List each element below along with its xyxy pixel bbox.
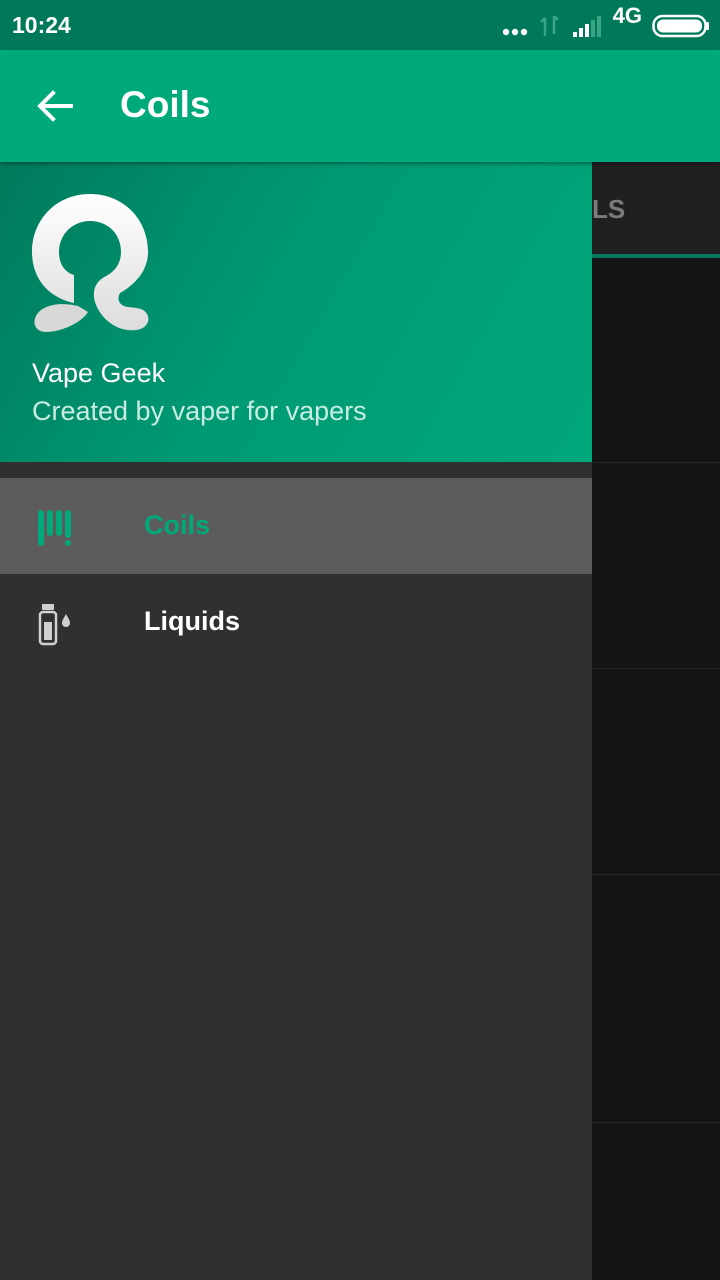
drawer-app-tagline: Created by vaper for vapers — [32, 396, 367, 426]
page-title: Coils — [120, 84, 211, 125]
drawer-header: Vape Geek Created by vaper for vapers — [0, 162, 592, 462]
data-transfer-icon — [540, 15, 559, 36]
main-content-dimmed: LS — [592, 162, 720, 1280]
drawer-app-name: Vape Geek — [32, 358, 166, 388]
coils-icon — [38, 510, 71, 546]
tab-coils-partial[interactable]: LS — [592, 162, 720, 254]
liquid-bottle-icon — [38, 604, 70, 646]
signal-icon — [573, 16, 601, 37]
tab-label-partial: LS — [592, 194, 626, 224]
list-divider — [592, 874, 720, 875]
vape-geek-logo — [32, 194, 149, 332]
nav-label-coils: Coils — [144, 510, 211, 540]
nav-item-liquids[interactable]: Liquids — [0, 574, 592, 670]
nav-label-liquids: Liquids — [144, 606, 240, 636]
nav-item-coils[interactable]: Coils — [0, 478, 592, 574]
arrow-back-icon — [37, 90, 73, 122]
status-time: 10:24 — [12, 12, 71, 38]
list-divider — [592, 462, 720, 463]
tab-indicator — [592, 254, 720, 258]
back-button[interactable] — [22, 80, 88, 132]
status-bar: 10:24 4G — [0, 0, 720, 50]
list-divider — [592, 1122, 720, 1123]
app-bar: Coils — [0, 50, 720, 162]
network-type: 4G — [612, 3, 642, 28]
more-dots-icon — [502, 28, 528, 36]
list-divider — [592, 668, 720, 669]
navigation-drawer: Vape Geek Created by vaper for vapers Co… — [0, 162, 592, 1280]
battery-icon — [652, 14, 709, 38]
